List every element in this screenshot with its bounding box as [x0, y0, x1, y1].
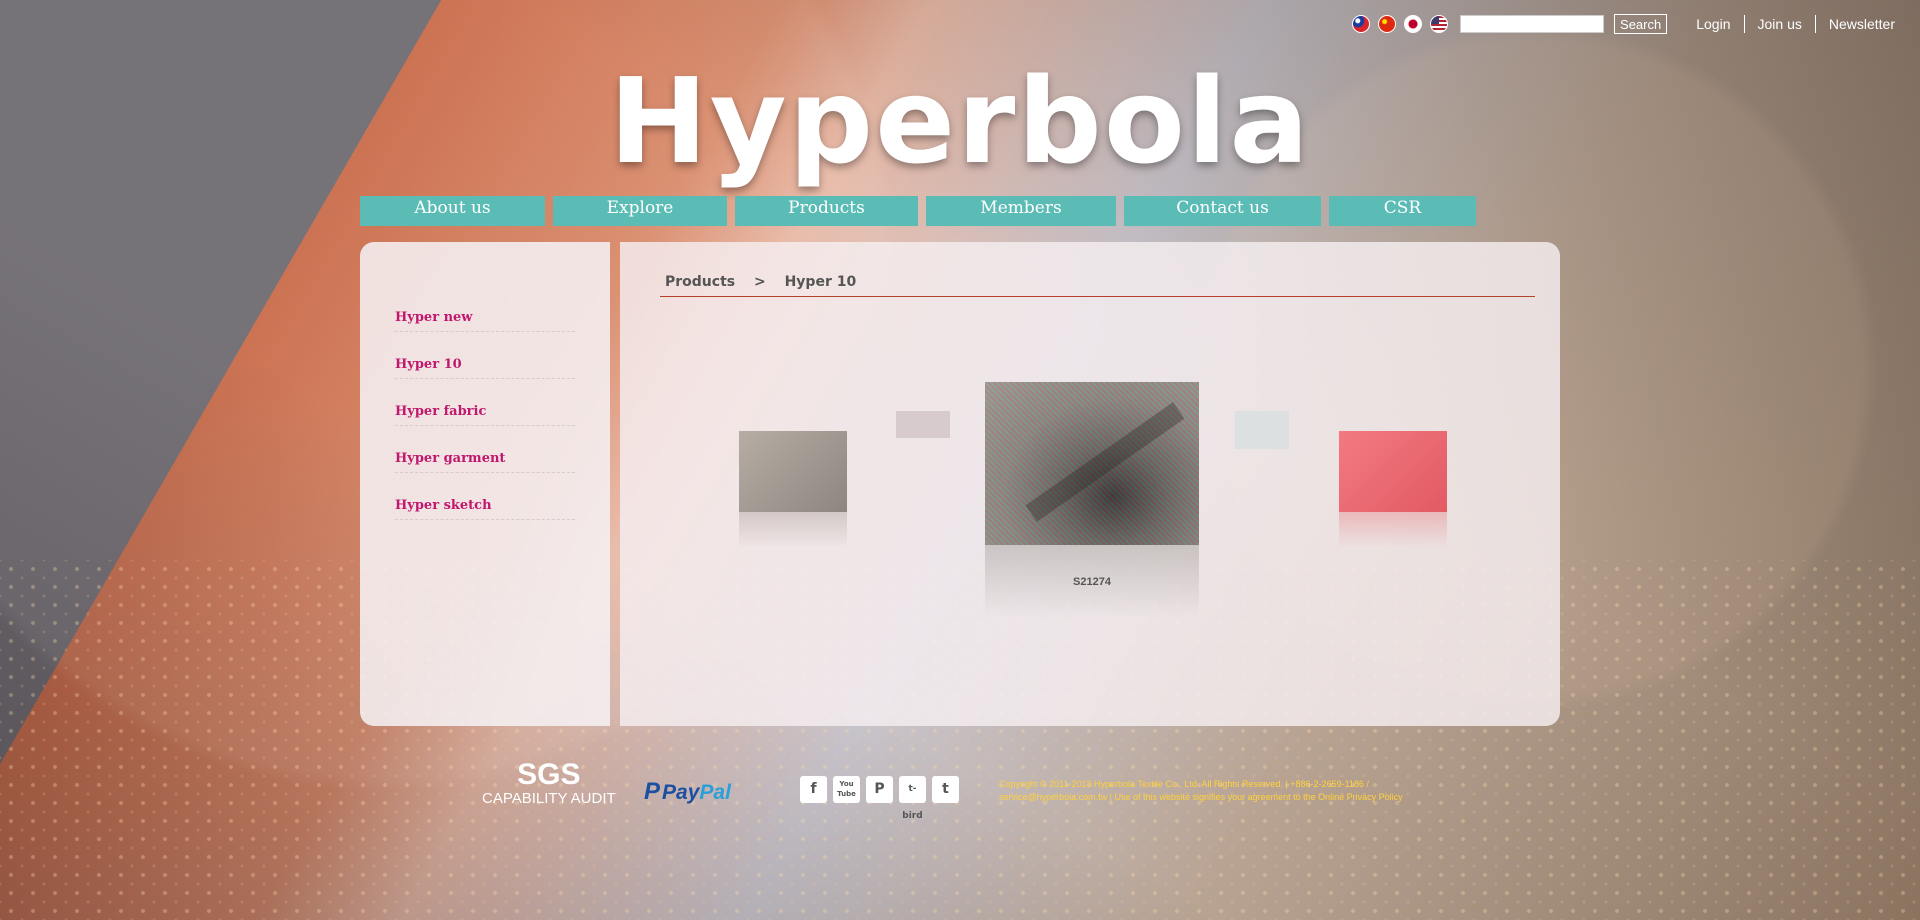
sgs-title: SGS: [517, 758, 581, 791]
paypal-pal: Pal: [699, 781, 731, 804]
newsletter-link[interactable]: Newsletter: [1814, 15, 1908, 33]
carousel-reflection: [739, 512, 847, 548]
sidebar-item-hyper-garment[interactable]: Hyper garment: [395, 451, 575, 473]
breadcrumb-current: Hyper 10: [784, 274, 857, 290]
taiwan-flag-icon[interactable]: [1352, 15, 1371, 33]
carousel-item-right-far[interactable]: [1339, 431, 1447, 512]
breadcrumb-separator: >: [753, 274, 766, 290]
usa-flag-icon[interactable]: [1430, 15, 1449, 33]
social-links: f You Tube P t-bird t: [800, 776, 959, 821]
breadcrumb: Products > Hyper 10: [660, 274, 1535, 297]
search-input[interactable]: [1460, 15, 1605, 33]
login-link[interactable]: Login: [1683, 15, 1743, 33]
tumblr-icon[interactable]: t: [932, 776, 959, 803]
sidebar-list: Hyper new Hyper 10 Hyper fabric Hyper ga…: [395, 310, 575, 545]
japan-flag-icon[interactable]: [1404, 15, 1423, 33]
content-panel: Products > Hyper 10 S21274: [620, 242, 1560, 726]
youtube-icon[interactable]: You Tube: [833, 776, 860, 803]
carousel-item-left-near[interactable]: [896, 411, 950, 438]
twitter-icon[interactable]: t-bird: [899, 776, 926, 821]
paypal-icon: P: [644, 778, 661, 805]
carousel-item-center[interactable]: [985, 382, 1199, 545]
breadcrumb-products[interactable]: Products: [665, 274, 735, 290]
language-flags: [1352, 15, 1449, 33]
account-links: Login Join us Newsletter: [1683, 15, 1908, 33]
sidebar-item-hyper-10[interactable]: Hyper 10: [395, 357, 575, 379]
nav-contact-us[interactable]: Contact us: [1124, 196, 1321, 226]
carousel-item-left-far[interactable]: [739, 431, 847, 512]
nav-members[interactable]: Members: [926, 196, 1116, 226]
top-bar: Search Login Join us Newsletter: [1352, 14, 1908, 34]
main-nav: About us Explore Products Members Contac…: [360, 196, 1476, 226]
nav-explore[interactable]: Explore: [553, 196, 727, 226]
sgs-subtitle: CAPABILITY AUDIT: [482, 790, 616, 807]
sidebar-item-hyper-fabric[interactable]: Hyper fabric: [395, 404, 575, 426]
carousel-center-caption: S21274: [1073, 576, 1111, 588]
paypal-logo[interactable]: PPayPal: [644, 778, 731, 806]
sidebar: Hyper new Hyper 10 Hyper fabric Hyper ga…: [360, 242, 610, 726]
copyright-text: Copyright © 2011-2013 Hyperbola Textile …: [999, 779, 1403, 802]
join-us-link[interactable]: Join us: [1743, 15, 1815, 33]
carousel-item-right-near[interactable]: [1235, 411, 1289, 449]
nav-about-us[interactable]: About us: [360, 196, 545, 226]
sidebar-item-hyper-new[interactable]: Hyper new: [395, 310, 575, 332]
sgs-badge[interactable]: SGS CAPABILITY AUDIT: [482, 760, 616, 808]
sidebar-item-hyper-sketch[interactable]: Hyper sketch: [395, 498, 575, 520]
paypal-pay: Pay: [662, 781, 700, 804]
pinterest-icon[interactable]: P: [866, 776, 893, 803]
site-logo[interactable]: Hyperbola: [0, 52, 1920, 190]
search-button[interactable]: Search: [1614, 14, 1668, 34]
nav-products[interactable]: Products: [735, 196, 918, 226]
china-flag-icon[interactable]: [1378, 15, 1397, 33]
carousel-reflection: [1339, 512, 1447, 548]
facebook-icon[interactable]: f: [800, 776, 827, 803]
nav-csr[interactable]: CSR: [1329, 196, 1476, 226]
